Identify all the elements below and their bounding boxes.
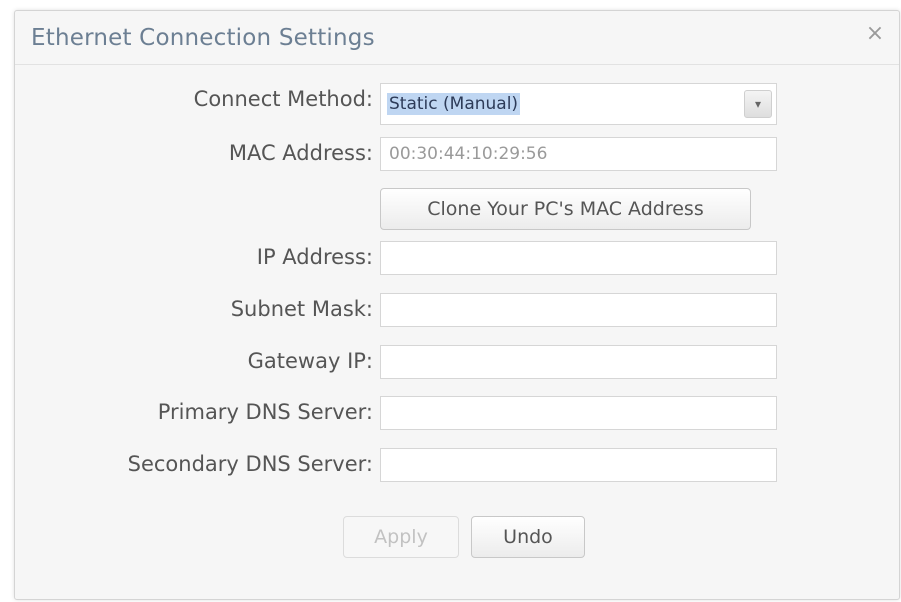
- connect-method-value: Static (Manual): [387, 93, 521, 115]
- secondary-dns-row: Secondary DNS Server:: [15, 448, 901, 484]
- subnet-mask-row: Subnet Mask:: [15, 293, 901, 329]
- primary-dns-input[interactable]: [380, 396, 777, 430]
- secondary-dns-input[interactable]: [380, 448, 777, 482]
- connect-method-select[interactable]: Static (Manual) ▾: [380, 83, 777, 125]
- gateway-ip-label: Gateway IP:: [247, 349, 373, 373]
- dialog-title: Ethernet Connection Settings: [31, 25, 375, 51]
- mac-address-label: MAC Address:: [228, 141, 373, 165]
- clone-mac-button[interactable]: Clone Your PC's MAC Address: [380, 188, 751, 230]
- undo-button[interactable]: Undo: [471, 516, 585, 558]
- gateway-ip-row: Gateway IP:: [15, 345, 901, 381]
- apply-button[interactable]: Apply: [343, 516, 459, 558]
- ethernet-settings-dialog: Ethernet Connection Settings × Connect M…: [14, 10, 900, 600]
- secondary-dns-label: Secondary DNS Server:: [127, 452, 373, 476]
- ip-address-row: IP Address:: [15, 241, 901, 277]
- connect-method-row: Connect Method: Static (Manual) ▾: [15, 83, 901, 125]
- subnet-mask-label: Subnet Mask:: [230, 297, 373, 321]
- close-icon[interactable]: ×: [865, 23, 885, 45]
- gateway-ip-input[interactable]: [380, 345, 777, 379]
- connect-method-label: Connect Method:: [193, 87, 373, 111]
- primary-dns-row: Primary DNS Server:: [15, 396, 901, 432]
- ip-address-label: IP Address:: [256, 245, 373, 269]
- subnet-mask-input[interactable]: [380, 293, 777, 327]
- primary-dns-label: Primary DNS Server:: [157, 400, 373, 424]
- ip-address-input[interactable]: [380, 241, 777, 275]
- mac-address-row: MAC Address: 00:30:44:10:29:56: [15, 137, 901, 173]
- dialog-titlebar: Ethernet Connection Settings ×: [15, 11, 899, 65]
- mac-address-field: 00:30:44:10:29:56: [380, 137, 777, 171]
- chevron-down-icon[interactable]: ▾: [744, 90, 772, 118]
